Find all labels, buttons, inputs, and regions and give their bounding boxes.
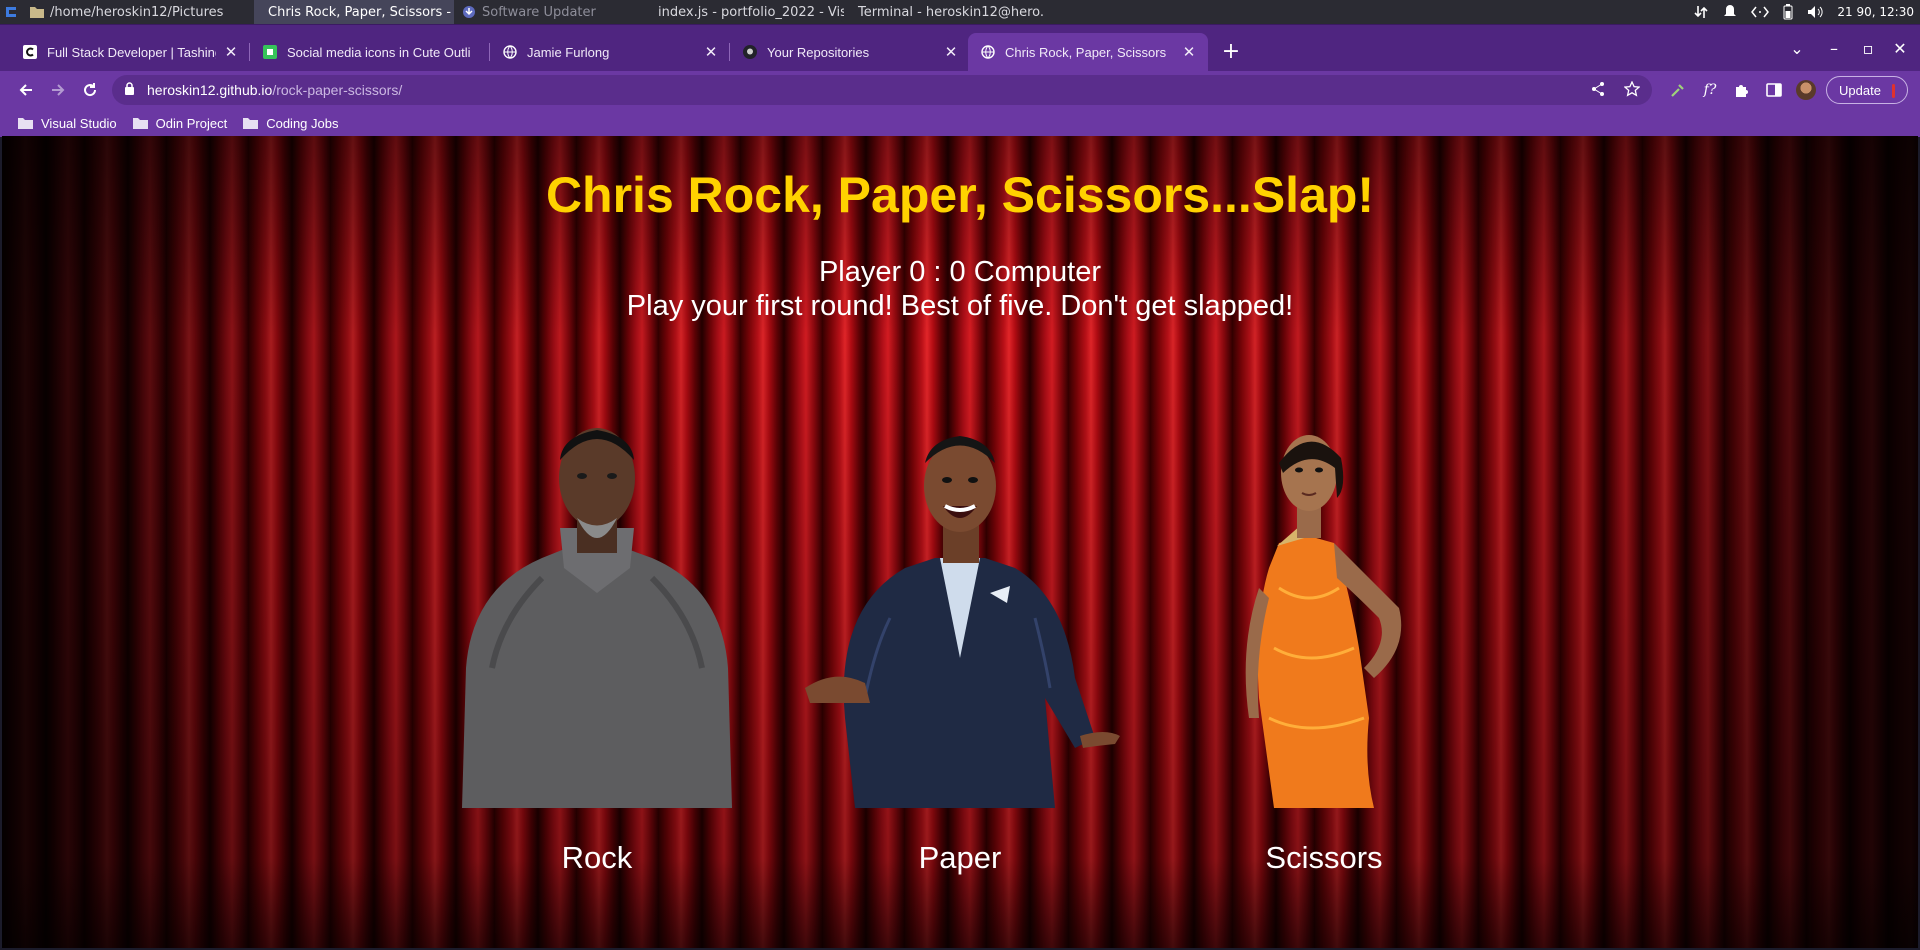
- taskbar-item-files[interactable]: /home/heroskin12/Pictures: [22, 0, 254, 24]
- window-close-icon[interactable]: ✕: [1888, 37, 1912, 61]
- side-panel-icon[interactable]: [1764, 80, 1784, 100]
- bookmark-star-icon[interactable]: [1624, 81, 1640, 97]
- close-icon[interactable]: ✕: [1180, 43, 1198, 61]
- updater-icon: [463, 6, 475, 18]
- taskbar-item-label: Chris Rock, Paper, Scissors - ...: [268, 4, 454, 20]
- github-icon: [742, 44, 758, 60]
- browser-chrome: Full Stack Developer | Tashinga ✕ Social…: [0, 24, 1920, 137]
- close-icon[interactable]: ✕: [222, 43, 240, 61]
- extensions-puzzle-icon[interactable]: [1732, 80, 1752, 100]
- tab-chris-rock-paper-scissors[interactable]: Chris Rock, Paper, Scissors ✕: [968, 33, 1208, 71]
- folder-icon: [132, 118, 148, 129]
- tab-title: Social media icons in Cute Outli: [287, 44, 471, 60]
- scissors-label[interactable]: Scissors: [1159, 840, 1489, 876]
- share-icon[interactable]: [1590, 81, 1606, 97]
- tab-social-media-icons[interactable]: Social media icons in Cute Outli: [250, 33, 490, 71]
- maximize-icon[interactable]: ▫: [1856, 37, 1880, 61]
- more-menu-icon[interactable]: [1892, 84, 1895, 98]
- eyedropper-extension-icon[interactable]: [1668, 80, 1688, 100]
- tab-jamie-furlong[interactable]: Jamie Furlong ✕: [490, 33, 730, 71]
- rock-choice-button[interactable]: [432, 418, 762, 808]
- tab-full-stack-developer[interactable]: Full Stack Developer | Tashinga ✕: [10, 33, 250, 71]
- folder-icon: [243, 118, 259, 129]
- clock[interactable]: 21 90, 12:30: [1837, 5, 1914, 19]
- battery-icon[interactable]: [1783, 4, 1793, 20]
- bookmark-label: Odin Project: [155, 115, 228, 131]
- taskbar-item-chrome[interactable]: Chris Rock, Paper, Scissors - ...: [254, 0, 454, 24]
- profile-avatar[interactable]: [1796, 80, 1816, 100]
- new-tab-button[interactable]: +: [1218, 39, 1244, 65]
- tab-strip: Full Stack Developer | Tashinga ✕ Social…: [0, 25, 1920, 71]
- bookmarks-bar: Visual Studio Odin Project Coding Jobs: [0, 109, 1920, 137]
- scissors-choice-button[interactable]: [1159, 418, 1489, 808]
- paper-label[interactable]: Paper: [795, 840, 1125, 876]
- volume-icon[interactable]: [1807, 5, 1824, 19]
- url-host: heroskin12.github.io: [147, 82, 273, 98]
- game-page: Chris Rock, Paper, Scissors...Slap! Play…: [2, 136, 1918, 948]
- arrow-right-icon: [52, 84, 65, 96]
- close-icon[interactable]: ✕: [702, 43, 720, 61]
- tab-title: Chris Rock, Paper, Scissors: [1005, 44, 1167, 60]
- minimize-icon[interactable]: –: [1822, 37, 1846, 61]
- reload-button[interactable]: [76, 76, 104, 104]
- rock-label[interactable]: Rock: [432, 840, 762, 876]
- taskbar-item-vscode[interactable]: index.js - portfolio_2022 - Vis...: [644, 0, 844, 24]
- bookmark-visual-studio[interactable]: Visual Studio: [18, 116, 117, 131]
- taskbar-item-label: Terminal - heroskin12@hero...: [858, 4, 1044, 20]
- app-menu-icon[interactable]: [0, 0, 22, 24]
- page-title: Chris Rock, Paper, Scissors...Slap!: [545, 167, 1375, 223]
- taskbar-item-software-updater[interactable]: Software Updater: [454, 0, 644, 24]
- taskbar-item-label: /home/heroskin12/Pictures: [50, 4, 224, 20]
- bookmark-label: Visual Studio: [41, 115, 117, 131]
- system-tray: 21 90, 12:30: [1693, 0, 1914, 24]
- rock-person-image: [462, 428, 732, 808]
- address-bar[interactable]: heroskin12.github.io/rock-paper-scissors…: [112, 75, 1652, 105]
- taskbar-item-label: index.js - portfolio_2022 - Vis...: [658, 4, 844, 20]
- tab-search-icon[interactable]: ⌄: [1785, 37, 1809, 61]
- site-c-icon: [22, 44, 38, 60]
- taskbar-item-label: Software Updater: [482, 4, 596, 20]
- green-square-icon: [262, 44, 278, 60]
- close-icon[interactable]: ✕: [942, 43, 960, 61]
- tab-title: Full Stack Developer | Tashinga: [47, 44, 216, 60]
- url-path: /rock-paper-scissors/: [272, 82, 403, 98]
- lock-icon[interactable]: [124, 82, 135, 98]
- back-button[interactable]: [12, 76, 40, 104]
- network-transfer-icon[interactable]: [1693, 4, 1709, 20]
- forward-button[interactable]: [44, 76, 72, 104]
- round-message: Play your first round! Best of five. Don…: [626, 290, 1294, 322]
- tab-title: Your Repositories: [767, 44, 870, 60]
- update-button[interactable]: Update: [1826, 76, 1908, 104]
- scissors-person-image: [1245, 435, 1402, 808]
- tab-title: Jamie Furlong: [527, 44, 610, 60]
- os-taskbar: /home/heroskin12/Pictures Chris Rock, Pa…: [0, 0, 1920, 24]
- bookmark-coding-jobs[interactable]: Coding Jobs: [243, 116, 338, 131]
- paper-person-image: [805, 436, 1120, 808]
- tab-your-repositories[interactable]: Your Repositories ✕: [730, 33, 970, 71]
- folder-icon: [30, 7, 44, 18]
- folder-icon: [18, 118, 33, 129]
- font-finder-extension-icon[interactable]: f?: [1700, 80, 1720, 100]
- bookmark-label: Coding Jobs: [266, 115, 339, 131]
- notification-bell-icon[interactable]: [1723, 4, 1737, 20]
- taskbar-item-terminal[interactable]: Terminal - heroskin12@hero...: [844, 0, 1044, 24]
- scoreboard: Player 0 : 0 Computer: [818, 256, 1102, 288]
- reload-icon: [84, 83, 97, 97]
- code-brackets-icon[interactable]: [1751, 5, 1770, 19]
- globe-icon: [502, 44, 518, 60]
- arrow-left-icon: [19, 84, 32, 96]
- globe-icon: [980, 44, 996, 60]
- browser-toolbar: heroskin12.github.io/rock-paper-scissors…: [0, 71, 1920, 109]
- bookmark-odin-project[interactable]: Odin Project: [132, 115, 228, 131]
- paper-choice-button[interactable]: [795, 418, 1125, 808]
- update-label: Update: [1839, 82, 1881, 98]
